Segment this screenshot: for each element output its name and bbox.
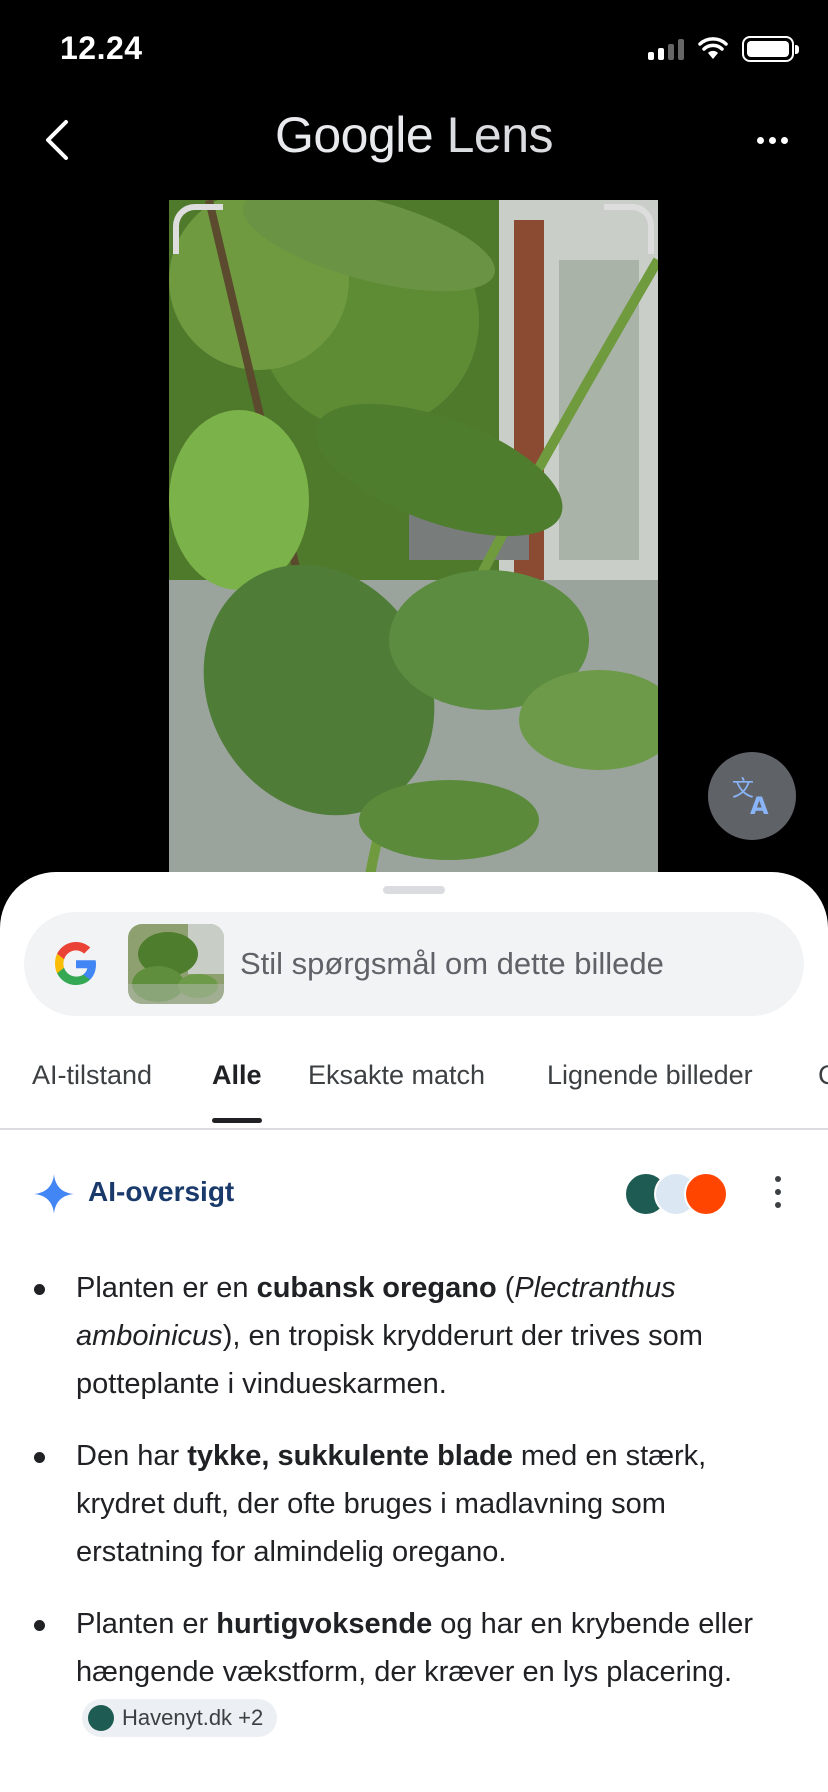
status-time: 12.24 — [60, 30, 143, 66]
translate-button[interactable]: 文 A — [708, 752, 796, 840]
battery-icon — [742, 36, 799, 62]
reddit-source-icon — [684, 1172, 728, 1216]
list-item: Planten er hurtigvoksende og har en kryb… — [0, 1600, 828, 1744]
tab-similar-images[interactable]: Lignende billeder — [547, 1060, 753, 1091]
tab-overflow-partial[interactable]: C — [818, 1060, 828, 1091]
list-item: Planten er en cubansk oregano (Plectrant… — [0, 1264, 828, 1408]
havenyt-logo-icon — [88, 1705, 114, 1732]
signal-icon — [648, 38, 684, 60]
list-item: Den har tykke, sukkulente blade med en s… — [0, 1432, 828, 1576]
search-input[interactable]: Stil spørgsmål om dette billede — [240, 946, 664, 982]
plant-photo — [169, 200, 658, 880]
app-title-lens: Lens — [446, 107, 554, 163]
results-sheet: Stil spørgsmål om dette billede AI-tilst… — [0, 872, 828, 1792]
app-header: Google Lens — [0, 100, 828, 180]
search-bar[interactable]: Stil spørgsmål om dette billede — [24, 912, 804, 1016]
app-title-google: Google — [274, 107, 434, 163]
translate-icon: 文 A — [732, 777, 769, 818]
captured-image[interactable] — [169, 200, 658, 880]
svg-text:A: A — [750, 792, 769, 818]
crop-corner-top-left[interactable] — [173, 204, 223, 254]
sparkle-icon — [34, 1174, 74, 1214]
active-tab-indicator — [212, 1118, 262, 1123]
results-tabs: AI-tilstand Alle Eksakte match Lignende … — [0, 1052, 828, 1130]
more-vertical-icon — [775, 1176, 781, 1182]
app-title: Google Lens — [0, 106, 828, 164]
image-thumbnail[interactable] — [128, 924, 224, 1004]
wifi-icon — [698, 37, 728, 59]
more-options-button[interactable] — [748, 120, 796, 160]
google-g-icon — [55, 942, 96, 985]
source-chip-label: Havenyt.dk +2 — [122, 1705, 264, 1731]
tab-ai-mode[interactable]: AI-tilstand — [32, 1060, 152, 1091]
status-bar: 12.24 — [0, 0, 828, 100]
source-avatars[interactable] — [624, 1172, 728, 1216]
ai-overview-title: AI-oversigt — [88, 1176, 235, 1207]
ai-overview-header: AI-oversigt — [0, 1148, 828, 1238]
overview-more-button[interactable] — [770, 1172, 786, 1212]
source-chip[interactable]: Havenyt.dk +2 — [82, 1699, 278, 1738]
sheet-drag-handle[interactable] — [383, 886, 445, 894]
ai-overview-list: Planten er en cubansk oregano (Plectrant… — [0, 1264, 828, 1768]
tab-all[interactable]: Alle — [212, 1060, 262, 1091]
crop-corner-top-right[interactable] — [604, 204, 654, 254]
tab-exact-match[interactable]: Eksakte match — [308, 1060, 485, 1091]
more-horizontal-icon — [756, 136, 764, 144]
status-icons — [648, 36, 799, 62]
